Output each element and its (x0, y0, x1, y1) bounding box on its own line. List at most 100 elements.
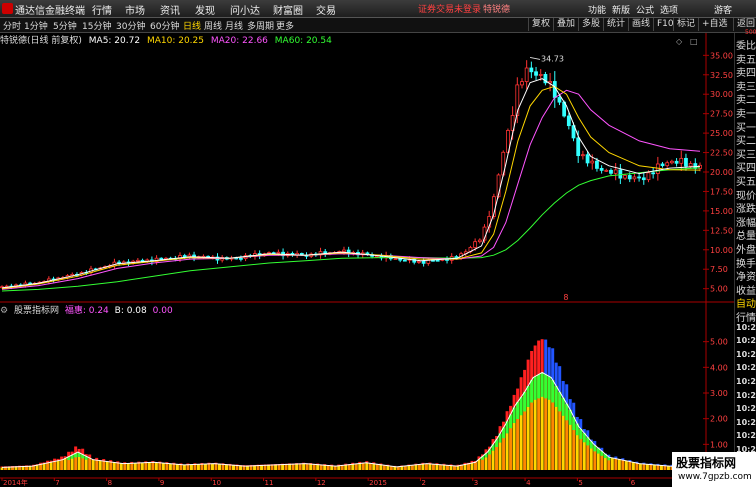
indicator-bar-base (452, 465, 456, 470)
indicator-bar-base (151, 462, 155, 470)
indicator-bar-base (235, 465, 239, 470)
indicator-bar-base (449, 465, 453, 470)
indicator-bar-base (249, 465, 253, 470)
sidebar-item[interactable]: 10:26 (736, 363, 756, 372)
indicator-bar-base (361, 463, 365, 470)
indicator-bar-base (610, 457, 614, 470)
indicator-bar-mid (558, 391, 562, 412)
candle-body (660, 163, 665, 167)
indicator-bar-base (182, 464, 186, 470)
indicator-bar-base (379, 464, 383, 470)
candle-body (595, 160, 599, 169)
indicator-bar-base (445, 465, 449, 470)
expand-icon: □ (690, 37, 698, 46)
indicator-bar-top (523, 369, 527, 392)
indicator-bar-base (109, 461, 113, 470)
watermark: 股票指标网 www.7gpzb.com (672, 452, 756, 487)
indicator-bar-base (147, 462, 151, 470)
sidebar-item[interactable]: 10:26 (736, 350, 756, 359)
indicator-bar-base (91, 459, 95, 470)
sidebar-item[interactable]: 10:26 (736, 391, 756, 400)
sidebar-item[interactable]: 10:26 (736, 336, 756, 345)
candle-body (276, 251, 281, 254)
kline-chart[interactable]: 35.0032.5030.0027.5025.0022.5020.0017.50… (0, 0, 734, 487)
indicator-bar-base (323, 465, 327, 470)
sidebar-item[interactable]: 10:26 (736, 418, 756, 427)
time-tick-label: 9 (160, 479, 164, 487)
candle-body (557, 97, 562, 103)
price-tick-label: 27.50 (710, 110, 733, 119)
sidebar-item[interactable]: 10:26 (736, 431, 756, 440)
indicator-bar-base (652, 464, 656, 470)
indicator-bar-base (319, 464, 323, 470)
sidebar-item[interactable]: 10:26 (736, 323, 756, 332)
indicator-bar-base (330, 465, 334, 470)
indicator-bar-base (98, 460, 102, 470)
indicator-bar-mid (547, 376, 551, 400)
indicator-bar-base (375, 464, 379, 470)
candle-body (580, 154, 585, 157)
peak-pointer (529, 57, 541, 60)
indicator-bar-base (421, 464, 425, 470)
candle-body (393, 258, 398, 260)
candle-body (524, 67, 529, 83)
indicator-bar-base (144, 462, 148, 470)
candle-body (604, 169, 609, 172)
indicator-bar-base (309, 464, 313, 470)
indicator-bar-base (435, 464, 439, 470)
indicator-bar-mid (516, 401, 520, 419)
indicator-bar-base (281, 464, 285, 470)
sidebar-top-number: 500 (745, 29, 756, 36)
indicator-bar-base (470, 463, 474, 470)
candle-body (576, 137, 581, 157)
indicator-bar-base (659, 465, 663, 470)
candle-body (477, 239, 482, 243)
indicator-bar-base (260, 465, 264, 470)
indicator-bar-base (463, 464, 467, 470)
indicator-tick-label: 2.00 (710, 415, 728, 424)
peak-label: 34.73 (541, 54, 564, 63)
indicator-bar-base (39, 464, 43, 470)
price-tick-label: 25.00 (710, 129, 733, 138)
sidebar-item[interactable]: 10:26 (736, 404, 756, 413)
sidebar-item[interactable]: 10:26 (736, 377, 756, 386)
indicator-bar-top (547, 347, 551, 377)
indicator-bar-base (638, 463, 642, 470)
indicator-bar-top (544, 339, 548, 375)
time-tick-label: 2014年 (3, 478, 28, 487)
indicator-bar-base (305, 463, 309, 470)
indicator-bar-base (407, 465, 411, 470)
indicator-bar-base (302, 463, 306, 470)
indicator-bar-top (526, 359, 530, 386)
indicator-bar-base (288, 464, 292, 470)
time-tick-label: 10 (212, 479, 221, 487)
indicator-bar-base (175, 464, 179, 470)
indicator-bar-mid (540, 372, 544, 397)
candle-body (632, 176, 637, 180)
indicator-bar-base (291, 464, 295, 470)
indicator-bar-base (112, 462, 116, 470)
indicator-bar-base (25, 466, 29, 470)
indicator-bar-base (333, 466, 337, 470)
indicator-bar-base (46, 462, 50, 470)
indicator-bar-base (228, 464, 232, 470)
indicator-bar-base (246, 466, 250, 470)
indicator-bar-base (663, 465, 667, 470)
time-tick-label: 8 (108, 479, 112, 487)
candle-body (585, 154, 590, 164)
price-tick-label: 32.50 (710, 71, 733, 80)
indicator-bar-mid (551, 379, 555, 403)
price-tick-label: 7.50 (710, 265, 728, 274)
indicator-bar-top (537, 340, 541, 375)
indicator-bar-base (123, 463, 127, 470)
quote-sidebar: 500 委比 卖五 卖四 卖三 卖二 卖一 买一 买二 买三 买四 买五 现价 涨跌 涨幅 总量 外盘 换手 净资… (734, 29, 756, 487)
price-tick-label: 17.50 (710, 187, 733, 196)
indicator-bar-top (540, 339, 544, 373)
ma5-line (1, 78, 701, 289)
ma60-line (1, 167, 701, 292)
indicator-bar-base (403, 465, 407, 470)
indicator-bar-top (558, 366, 562, 392)
indicator-bar-base (119, 463, 123, 470)
indicator-tick-label: 4.00 (710, 363, 728, 372)
indicator-bar-base (277, 464, 281, 470)
